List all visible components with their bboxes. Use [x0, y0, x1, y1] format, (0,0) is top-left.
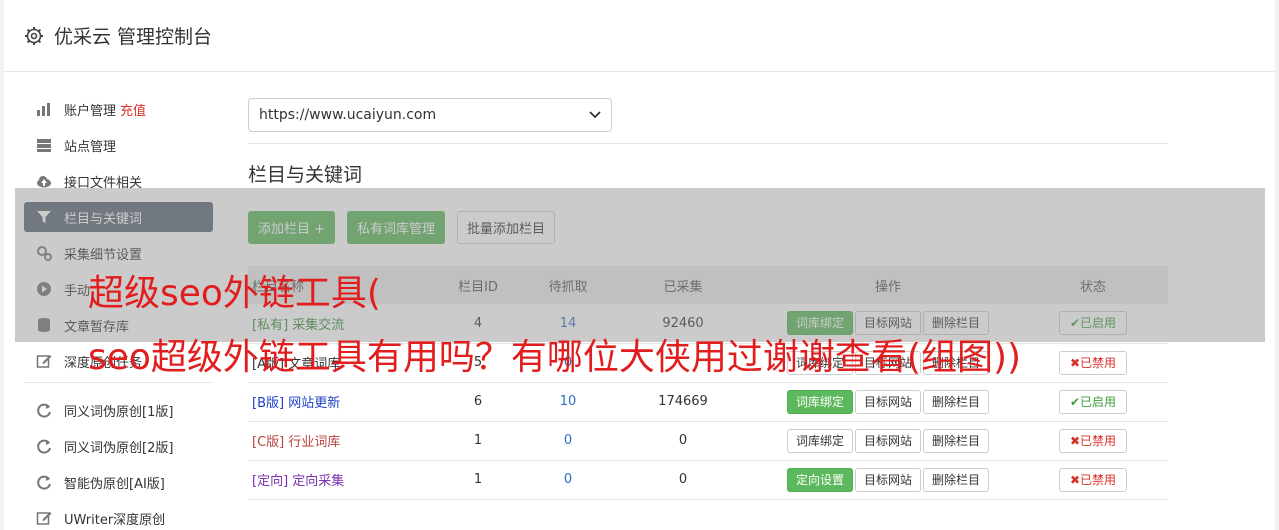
target-site-button[interactable]: 目标网站 [854, 467, 921, 492]
sidebar-item[interactable]: 账户管理 充值 [24, 94, 213, 124]
status-cell: ✔已启用 [1018, 382, 1168, 421]
status-cell: ✖已禁用 [1018, 343, 1168, 382]
table-row: [C版] 行业词库 1 0 0 词库绑定 目标网站 删除栏目 ✖已禁用 [248, 421, 1168, 460]
chevron-down-icon [589, 111, 601, 119]
status-toggle[interactable]: ✖已禁用 [1058, 350, 1128, 375]
table-row: [B版] 网站更新 6 10 174669 词库绑定 目标网站 删除栏目 ✔已启用 [248, 382, 1168, 421]
bind-dict-button[interactable]: 定向设置 [786, 467, 853, 492]
ops-cell: 词库绑定 目标网站 删除栏目 [758, 421, 1018, 460]
pending-count[interactable]: 0 [528, 421, 608, 460]
edit-icon [36, 512, 52, 525]
column-id: 6 [473, 394, 483, 409]
table-row: [定向] 定向采集 1 0 0 定向设置 目标网站 删除栏目 ✖已禁用 [248, 460, 1168, 499]
column-name-cell[interactable]: [C版] 行业词库 [248, 421, 428, 460]
sidebar-item-label: 智能伪原创[AI版] [64, 476, 165, 492]
column-tag: [C版] [252, 435, 285, 450]
status-toggle[interactable]: ✔已启用 [1058, 389, 1128, 414]
sidebar-item-label: 同义词伪原创[1版] [64, 404, 174, 420]
bind-dict-button[interactable]: 词库绑定 [786, 389, 853, 414]
delete-column-button[interactable]: 删除栏目 [923, 389, 990, 414]
status-toggle[interactable]: ✖已禁用 [1058, 467, 1128, 492]
divider [248, 143, 1168, 144]
sidebar-item-label: 账户管理 [64, 103, 117, 119]
status-cell: ✖已禁用 [1018, 460, 1168, 499]
overlay-title-line1: 超级seo外链工具( [88, 273, 381, 314]
collected-count: 0 [678, 472, 688, 487]
server-icon [37, 139, 51, 152]
sidebar-item[interactable]: 站点管理 [24, 130, 213, 160]
column-name-cell[interactable]: [定向] 定向采集 [248, 460, 428, 499]
column-name: 定向采集 [292, 474, 345, 489]
status-cell: ✖已禁用 [1018, 421, 1168, 460]
pending-count[interactable]: 10 [528, 382, 608, 421]
edit-icon [36, 355, 52, 368]
refresh-icon [37, 475, 51, 490]
cloud-upload-icon [37, 176, 51, 188]
column-id: 1 [473, 433, 483, 448]
refresh-icon [37, 439, 51, 454]
ops-cell: 词库绑定 目标网站 删除栏目 [758, 382, 1018, 421]
column-tag: [定向] [252, 474, 289, 489]
column-name-cell[interactable]: [B版] 网站更新 [248, 382, 428, 421]
target-site-button[interactable]: 目标网站 [854, 428, 921, 453]
bind-dict-button[interactable]: 词库绑定 [786, 428, 853, 453]
sidebar-item-label: UWriter深度原创 [64, 512, 166, 528]
status-toggle[interactable]: ✖已禁用 [1058, 428, 1128, 453]
app-title: 优采云 管理控制台 [54, 26, 213, 48]
sidebar-item[interactable]: UWriter深度原创 [24, 503, 213, 530]
column-tag: [B版] [252, 396, 285, 411]
site-select[interactable]: https://www.ucaiyun.com [248, 98, 612, 132]
column-name: 网站更新 [288, 396, 341, 411]
sidebar-item[interactable]: 同义词伪原创[1版] [24, 395, 213, 425]
sidebar-item-label: 同义词伪原创[2版] [64, 440, 174, 456]
ops-cell: 定向设置 目标网站 删除栏目 [758, 460, 1018, 499]
bar-chart-icon [37, 103, 50, 116]
collected-count: 174669 [658, 394, 708, 409]
delete-column-button[interactable]: 删除栏目 [923, 467, 990, 492]
sidebar-item-label: 站点管理 [64, 139, 117, 155]
gear-icon [25, 26, 43, 45]
column-name: 行业词库 [288, 435, 341, 450]
column-id: 1 [473, 472, 483, 487]
site-select-value: https://www.ucaiyun.com [259, 107, 437, 123]
pending-count[interactable]: 0 [528, 460, 608, 499]
section-title: 栏目与关键词 [248, 164, 363, 186]
top-bar: 优采云 管理控制台 [4, 0, 1275, 72]
sidebar-item[interactable]: 同义词伪原创[2版] [24, 431, 213, 461]
overlay-title-line2: seo超级外链工具有用吗？有哪位大侠用过谢谢查看(组图)) [88, 337, 1022, 378]
collected-count: 0 [678, 433, 688, 448]
target-site-button[interactable]: 目标网站 [854, 389, 921, 414]
delete-column-button[interactable]: 删除栏目 [923, 428, 990, 453]
recharge-link[interactable]: 充值 [120, 100, 146, 119]
sidebar-item[interactable]: 智能伪原创[AI版] [24, 467, 213, 497]
refresh-icon [37, 403, 51, 418]
sidebar-separator [24, 382, 213, 383]
